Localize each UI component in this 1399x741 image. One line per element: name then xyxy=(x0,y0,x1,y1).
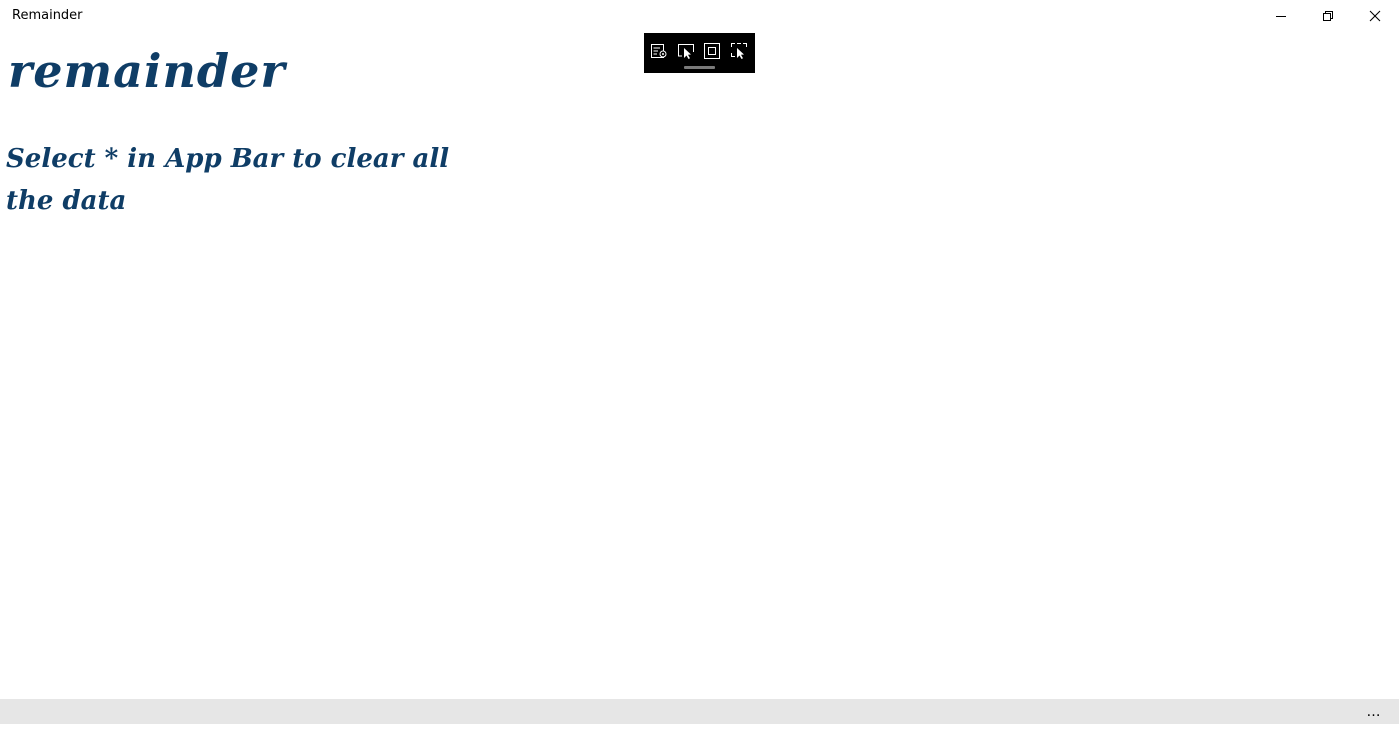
debug-toolbar xyxy=(644,33,755,73)
restore-icon xyxy=(1323,11,1333,21)
track-focus-button[interactable] xyxy=(728,40,750,62)
minimize-icon xyxy=(1276,16,1286,17)
restore-button[interactable] xyxy=(1305,0,1351,32)
app-window: Remainder remainder Select * in App Bar … xyxy=(0,0,1399,741)
live-visual-tree-icon xyxy=(651,44,667,58)
layout-adorners-icon xyxy=(704,43,720,59)
app-bar: … xyxy=(0,699,1399,724)
select-element-icon xyxy=(678,44,694,59)
title-bar[interactable]: Remainder xyxy=(0,0,1399,32)
select-element-button[interactable] xyxy=(675,40,697,62)
toolbar-drag-handle[interactable] xyxy=(684,66,715,69)
live-visual-tree-button[interactable] xyxy=(648,40,670,62)
instruction-text: Select * in App Bar to clear all the dat… xyxy=(6,144,450,216)
close-icon xyxy=(1369,10,1381,22)
app-title: remainder xyxy=(8,44,286,98)
more-button[interactable]: … xyxy=(1356,699,1392,724)
minimize-button[interactable] xyxy=(1258,0,1304,32)
layout-adorners-button[interactable] xyxy=(701,40,723,62)
track-focus-icon xyxy=(731,43,747,59)
close-button[interactable] xyxy=(1352,0,1398,32)
window-title: Remainder xyxy=(12,8,83,23)
